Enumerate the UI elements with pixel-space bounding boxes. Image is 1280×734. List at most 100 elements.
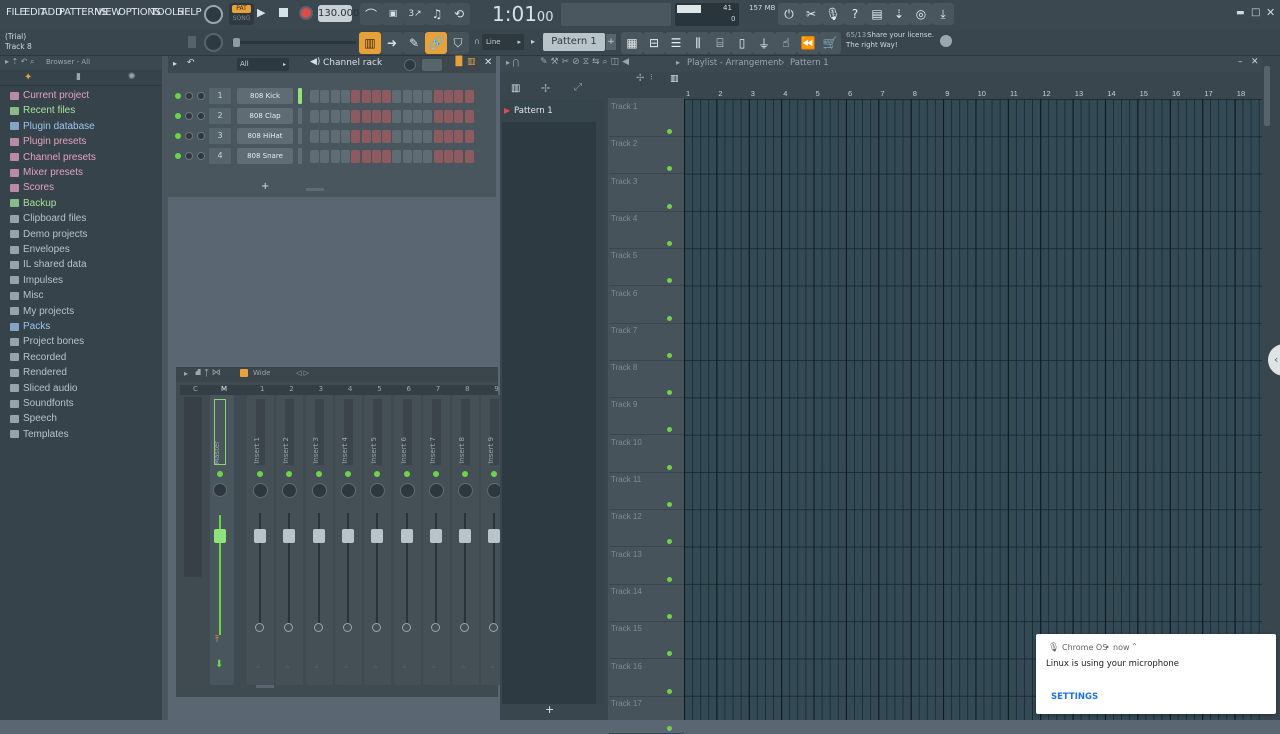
track-mute-led[interactable] xyxy=(667,352,672,358)
track-name[interactable]: Track 17 xyxy=(611,699,677,708)
pat-song-toggle[interactable]: PAT SONG xyxy=(229,3,254,25)
browser-item[interactable]: Rendered xyxy=(10,367,67,378)
step-button[interactable] xyxy=(340,150,350,163)
chrome-os-notification[interactable]: 🎙 Chrome OS • now ⌃ Linux is using your … xyxy=(1036,634,1276,714)
insert-fader[interactable] xyxy=(459,529,472,543)
step-button[interactable] xyxy=(454,90,464,103)
channel-select-led[interactable] xyxy=(298,88,302,104)
mixer-view-icon[interactable] xyxy=(240,369,248,377)
channel-rack-window-icon[interactable]: ☰ xyxy=(665,32,687,54)
insert-route-icon[interactable] xyxy=(284,623,294,632)
swing-knob[interactable] xyxy=(404,59,416,71)
record-button[interactable] xyxy=(299,6,313,20)
graph-icon[interactable]: ▐▌ xyxy=(452,57,466,67)
track-name[interactable]: Track 13 xyxy=(611,550,677,559)
track-name[interactable]: Track 2 xyxy=(611,139,677,148)
step-button[interactable] xyxy=(330,110,340,123)
master-pan-knob[interactable] xyxy=(213,483,227,497)
pattern-add-icon[interactable]: + xyxy=(606,34,616,50)
insert-fader[interactable] xyxy=(488,529,501,543)
step-button[interactable] xyxy=(371,90,381,103)
browser-item[interactable]: Impulses xyxy=(10,275,63,286)
channel-mute-led[interactable] xyxy=(175,113,181,119)
magnet-icon[interactable]: ∩ xyxy=(474,37,480,46)
pattern-list-item[interactable]: ▶ Pattern 1 xyxy=(502,100,596,122)
playlist-close-icon[interactable]: ✕ xyxy=(1251,57,1259,67)
channel-name-button[interactable]: 808 Snare xyxy=(237,148,293,164)
playlist-v-scroll[interactable] xyxy=(1262,56,1280,720)
insert-pan-knob[interactable] xyxy=(282,483,298,498)
browser-item[interactable]: Sliced audio xyxy=(10,383,77,394)
track-mute-led[interactable] xyxy=(667,688,672,694)
channel-pan-knob[interactable] xyxy=(185,152,193,160)
track-name[interactable]: Track 14 xyxy=(611,587,677,596)
insert-route-icon[interactable] xyxy=(489,623,499,632)
insert-led[interactable] xyxy=(315,471,322,477)
help-icon[interactable]: ? xyxy=(844,3,866,25)
insert-led[interactable] xyxy=(403,471,410,477)
step-button[interactable] xyxy=(454,110,464,123)
insert-route-icon[interactable] xyxy=(430,623,440,632)
browser-item[interactable]: Speech xyxy=(10,413,57,424)
master-volume-slider[interactable] xyxy=(232,41,356,44)
step-button[interactable] xyxy=(340,90,350,103)
track-name[interactable]: Track 12 xyxy=(611,512,677,521)
step-button[interactable] xyxy=(433,110,443,123)
insert-led[interactable] xyxy=(344,471,351,477)
online-icon[interactable] xyxy=(940,35,952,47)
track-name[interactable]: Track 6 xyxy=(611,289,677,298)
step-button[interactable] xyxy=(423,90,433,103)
step-button[interactable] xyxy=(351,90,361,103)
channel-select-led[interactable] xyxy=(298,108,302,124)
rack-scroll[interactable] xyxy=(306,188,324,191)
browser-star-icon[interactable]: ✦ xyxy=(24,72,32,83)
step-button[interactable] xyxy=(464,90,474,103)
step-button[interactable] xyxy=(371,130,381,143)
browser-item[interactable]: Misc xyxy=(10,290,44,301)
snap-select[interactable]: Line ▸ xyxy=(482,34,524,50)
step-button[interactable] xyxy=(433,150,443,163)
insert-pan-knob[interactable] xyxy=(428,483,444,498)
stamp-icon[interactable]: ⛉ xyxy=(447,32,469,54)
stop-icon[interactable] xyxy=(279,8,288,17)
insert-send-icon[interactable]: ▵ xyxy=(461,661,465,670)
insert-strip[interactable]: Insert 8 ▵ xyxy=(452,395,480,685)
step-button[interactable] xyxy=(392,90,402,103)
step-button[interactable] xyxy=(433,90,443,103)
track-mute-led[interactable] xyxy=(667,240,672,246)
grid-view-icon[interactable]: ▥ xyxy=(670,74,679,84)
track-move-icon[interactable]: ✢ xyxy=(636,73,644,84)
browser-item[interactable]: Plugin database xyxy=(10,121,95,132)
channel-volume-knob[interactable] xyxy=(197,112,205,120)
browser-window-icon[interactable]: ⌸ xyxy=(709,32,731,54)
playlist-scroll-handle[interactable] xyxy=(1264,66,1270,126)
file-icon[interactable]: ▯ xyxy=(731,32,753,54)
master-pitch-knob[interactable] xyxy=(204,33,223,52)
play-icon[interactable]: ▶ xyxy=(257,6,265,19)
browser-item[interactable]: Soundfonts xyxy=(10,398,74,409)
step-button[interactable] xyxy=(330,130,340,143)
step-button[interactable] xyxy=(402,150,412,163)
render-icon[interactable]: ⇣ xyxy=(888,3,910,25)
master-led[interactable] xyxy=(217,471,223,477)
step-button[interactable] xyxy=(443,110,453,123)
insert-pan-knob[interactable] xyxy=(458,483,474,498)
step-button[interactable] xyxy=(443,90,453,103)
rack-close-icon[interactable]: ✕ xyxy=(484,57,492,68)
insert-route-icon[interactable] xyxy=(255,623,264,632)
channel-mute-led[interactable] xyxy=(175,133,181,139)
insert-led[interactable] xyxy=(286,471,293,477)
mixer-tool-icons[interactable]: ⛘ ⤒ ⋈ xyxy=(195,368,221,379)
mixer-window-icon[interactable]: ⫼ xyxy=(687,32,709,54)
insert-pan-knob[interactable] xyxy=(311,483,327,498)
browser-item[interactable]: Project bones xyxy=(10,336,84,347)
step-button[interactable] xyxy=(402,90,412,103)
piano-roll-window-icon[interactable]: ⊟ xyxy=(643,32,665,54)
browser-item[interactable]: Backup xyxy=(10,198,56,209)
channel-number[interactable]: 4 xyxy=(209,148,231,164)
insert-fader[interactable] xyxy=(341,529,354,543)
pattern-list-scrollbar[interactable] xyxy=(596,100,604,704)
insert-send-icon[interactable]: ▵ xyxy=(403,661,407,670)
track-name[interactable]: Track 4 xyxy=(611,214,677,223)
browser-nav-icon[interactable]: ▸ ⇡ ↶ ⌕ xyxy=(5,57,35,67)
